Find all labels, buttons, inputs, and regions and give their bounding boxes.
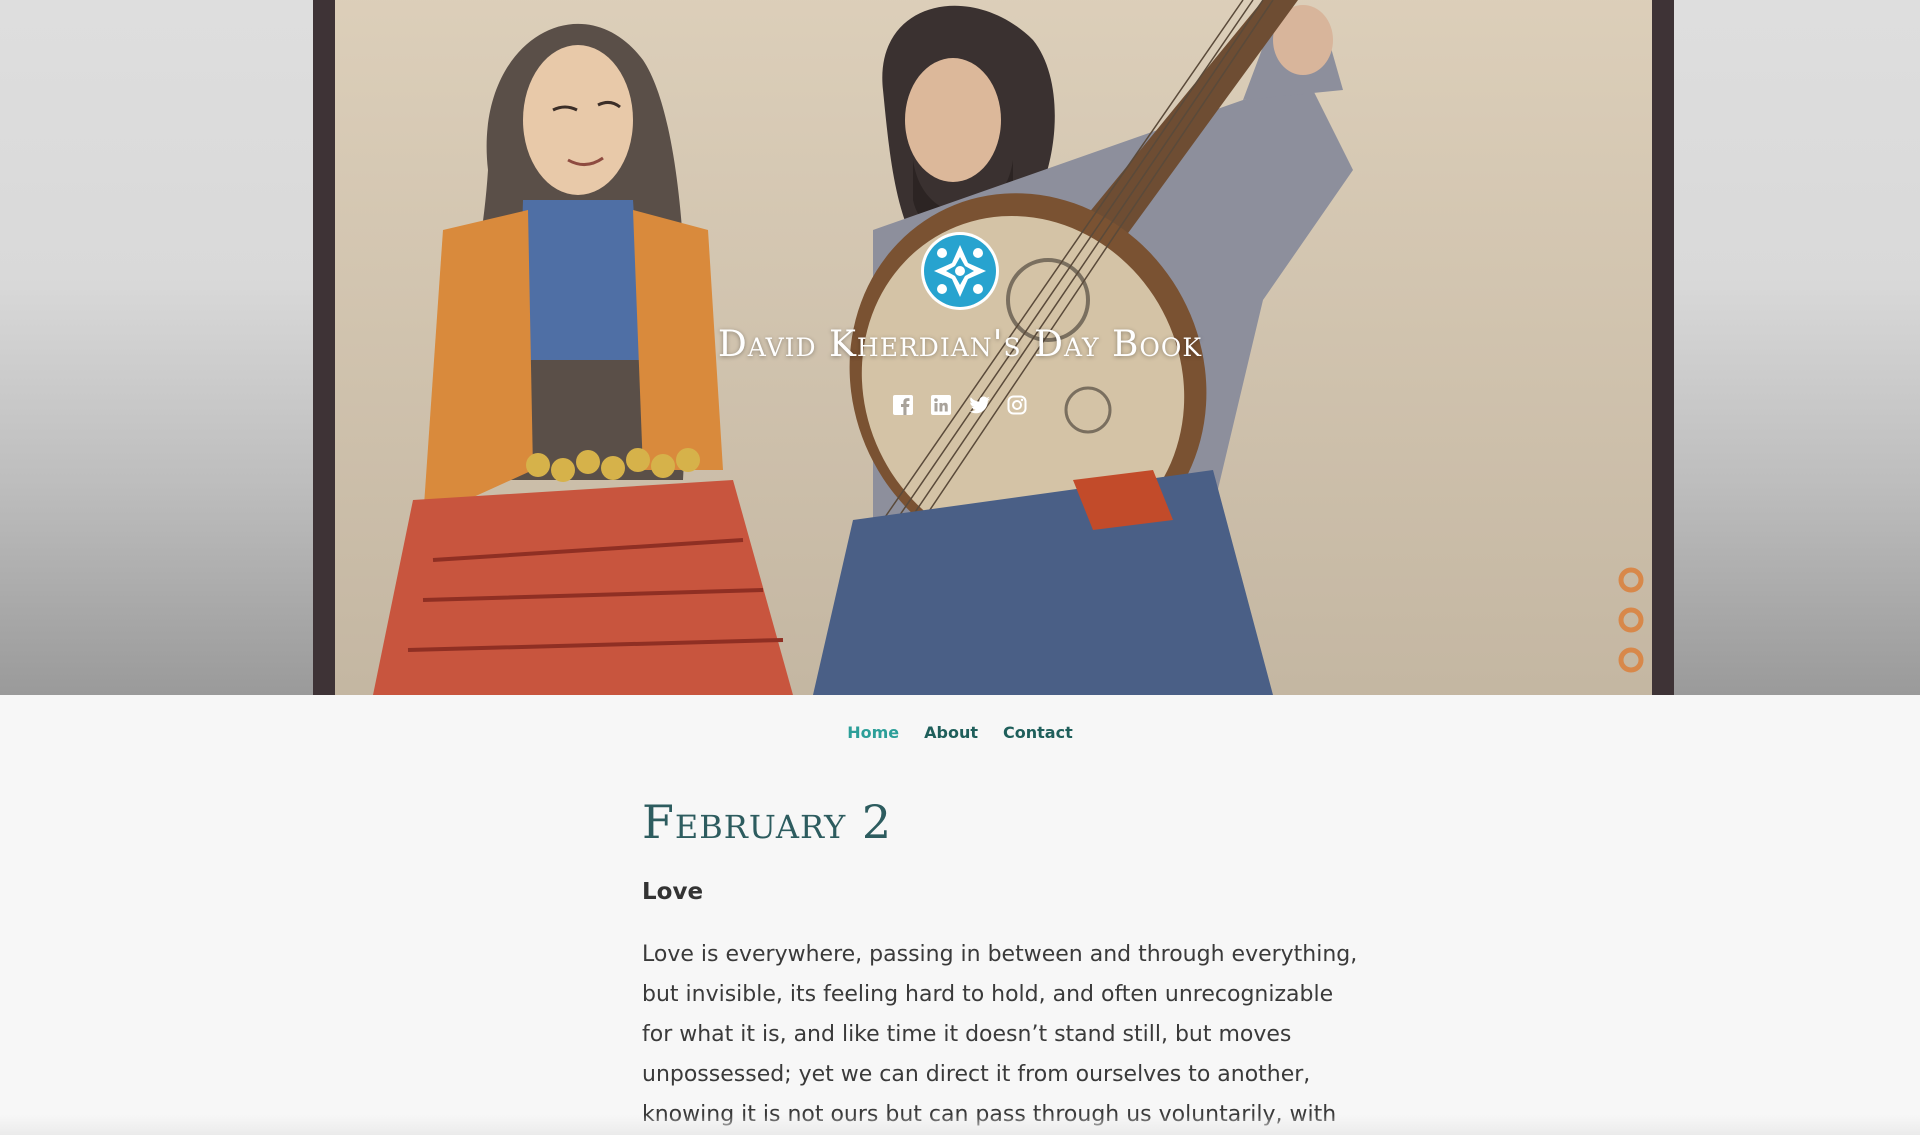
facebook-icon[interactable] [893,395,913,415]
twitter-icon[interactable] [969,395,990,415]
nav-about-link[interactable]: About [924,723,978,742]
post-body: Love is everywhere, passing in between a… [642,942,1358,1127]
post: February 2 Love Love is everywhere, pass… [642,795,1362,1135]
main-navigation: Home About Contact [0,695,1920,770]
site-branding: David Kherdian's Day Book [0,232,1920,415]
site-title[interactable]: David Kherdian's Day Book [0,324,1920,365]
geometric-star-logo-icon [924,235,996,307]
post-title[interactable]: February 2 [642,795,1362,849]
site-logo[interactable] [921,232,999,310]
site-header: David Kherdian's Day Book [0,0,1920,695]
post-subtitle: Love [642,879,704,905]
linkedin-icon[interactable] [931,395,951,415]
nav-contact-link[interactable]: Contact [1003,723,1073,742]
instagram-icon[interactable] [1007,395,1027,415]
bottom-fade [0,1115,1920,1135]
social-links [0,395,1920,415]
nav-home-link[interactable]: Home [847,723,899,742]
